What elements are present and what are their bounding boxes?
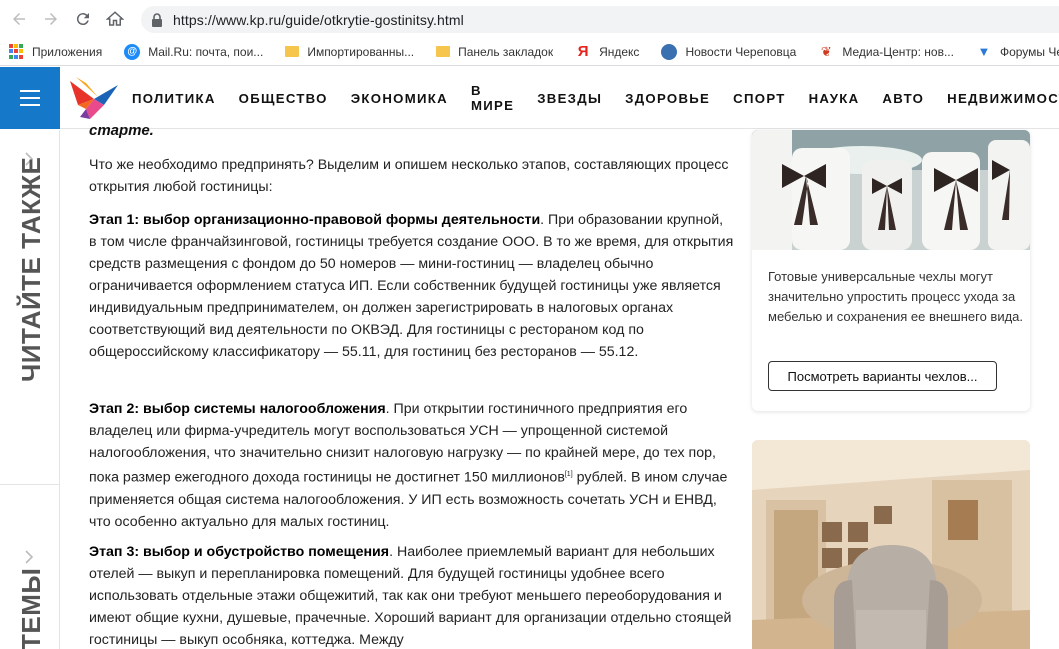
url-text: https://www.kp.ru/guide/otkrytie-gostini… <box>173 11 464 28</box>
view-covers-button[interactable]: Посмотреть варианты чехлов... <box>768 361 997 391</box>
main-nav: ПОЛИТИКА ОБЩЕСТВО ЭКОНОМИКА В МИРЕ ЗВЕЗД… <box>132 67 1059 129</box>
article-cut-text: старте. <box>89 122 154 139</box>
bookmark-forum[interactable]: ▼ Форумы Череп <box>976 44 1059 60</box>
nav-world[interactable]: В МИРЕ <box>471 83 514 113</box>
nav-science[interactable]: НАУКА <box>809 91 860 106</box>
address-bar[interactable]: https://www.kp.ru/guide/otkrytie-gostini… <box>141 6 1059 33</box>
step1-text: . При образовании крупной, в том числе ф… <box>89 212 734 360</box>
bookmark-label: Медиа-Центр: нов... <box>842 44 954 59</box>
bookmark-label: Импортированны... <box>307 44 415 59</box>
bookmark-label: Яндекс <box>599 44 640 59</box>
bookmark-label: Форумы Череп <box>999 44 1059 59</box>
bookmark-media[interactable]: ❦ Медиа-Центр: нов... <box>818 44 954 60</box>
article-intro: Что же необходимо предпринять? Выделим и… <box>89 157 729 195</box>
rail-divider <box>0 484 60 485</box>
bookmark-panel[interactable]: Панель закладок <box>436 45 553 59</box>
home-icon[interactable] <box>102 6 128 32</box>
site-header: ПОЛИТИКА ОБЩЕСТВО ЭКОНОМИКА В МИРЕ ЗВЕЗД… <box>0 67 1059 129</box>
folder-icon <box>436 46 451 57</box>
topics-tab[interactable]: ТЕМЫ <box>16 568 47 649</box>
step3-title: Этап 3: выбор и обустройство помещения <box>89 544 390 560</box>
lock-icon <box>152 12 162 27</box>
bookmark-label: Приложения <box>32 44 103 59</box>
kp-swallow-logo[interactable] <box>68 75 120 121</box>
bookmark-yandex[interactable]: Я Яндекс <box>575 43 640 60</box>
bookmark-label: Панель закладок <box>458 44 554 59</box>
step2-title: Этап 2: выбор системы налогообложения <box>89 401 386 417</box>
reload-icon[interactable] <box>70 6 96 32</box>
banquet-chairs-image <box>752 130 1030 250</box>
nav-society[interactable]: ОБЩЕСТВО <box>239 91 328 106</box>
chevron-right-icon[interactable] <box>22 550 36 564</box>
footnote-link[interactable]: [1] <box>565 471 573 478</box>
read-also-tab[interactable]: ЧИТАЙТЕ ТАКЖЕ <box>16 157 47 382</box>
bookmarks-bar: Приложения @ Mail.Ru: почта, пои... Импо… <box>0 38 1059 66</box>
forum-icon: ▼ <box>977 44 991 59</box>
bookmark-imported[interactable]: Импортированны... <box>285 45 414 59</box>
article-step1: Этап 1: выбор организационно-правовой фо… <box>89 209 734 363</box>
nav-health[interactable]: ЗДОРОВЬЕ <box>625 91 710 106</box>
back-icon[interactable] <box>6 6 32 32</box>
armchair-room-image[interactable] <box>752 440 1030 649</box>
article-step2: Этап 2: выбор системы налогообложения. П… <box>89 398 734 533</box>
media-icon: ❦ <box>820 43 832 59</box>
nav-stars[interactable]: ЗВЕЗДЫ <box>537 91 602 106</box>
nav-auto[interactable]: АВТО <box>882 91 924 106</box>
yandex-icon: Я <box>577 43 589 60</box>
ad-card-covers: Готовые универсальные чехлы могут значит… <box>752 130 1030 411</box>
bookmark-label: Новости Череповца <box>685 44 797 59</box>
forward-icon[interactable] <box>38 6 64 32</box>
browser-toolbar: https://www.kp.ru/guide/otkrytie-gostini… <box>0 0 1059 38</box>
folder-icon <box>285 46 300 57</box>
mailru-icon: @ <box>124 43 141 60</box>
ad-caption: Готовые универсальные чехлы могут значит… <box>768 269 1024 324</box>
bookmark-news[interactable]: Новости Череповца <box>661 43 797 60</box>
bookmark-mailru[interactable]: @ Mail.Ru: почта, пои... <box>124 43 264 60</box>
nav-sport[interactable]: СПОРТ <box>733 91 785 106</box>
bookmark-apps[interactable]: Приложения <box>8 43 103 60</box>
apps-icon <box>8 43 24 60</box>
bookmark-label: Mail.Ru: почта, пои... <box>148 44 264 59</box>
step1-title: Этап 1: выбор организационно-правовой фо… <box>89 212 541 228</box>
menu-icon[interactable] <box>0 67 60 129</box>
news-icon <box>661 43 678 60</box>
nav-politics[interactable]: ПОЛИТИКА <box>132 91 216 106</box>
nav-economy[interactable]: ЭКОНОМИКА <box>351 91 448 106</box>
article-step3: Этап 3: выбор и обустройство помещения. … <box>89 541 734 649</box>
left-rail: ЧИТАЙТЕ ТАКЖЕ ТЕМЫ <box>0 130 60 649</box>
nav-realty[interactable]: НЕДВИЖИМОСТЬ <box>947 91 1059 106</box>
